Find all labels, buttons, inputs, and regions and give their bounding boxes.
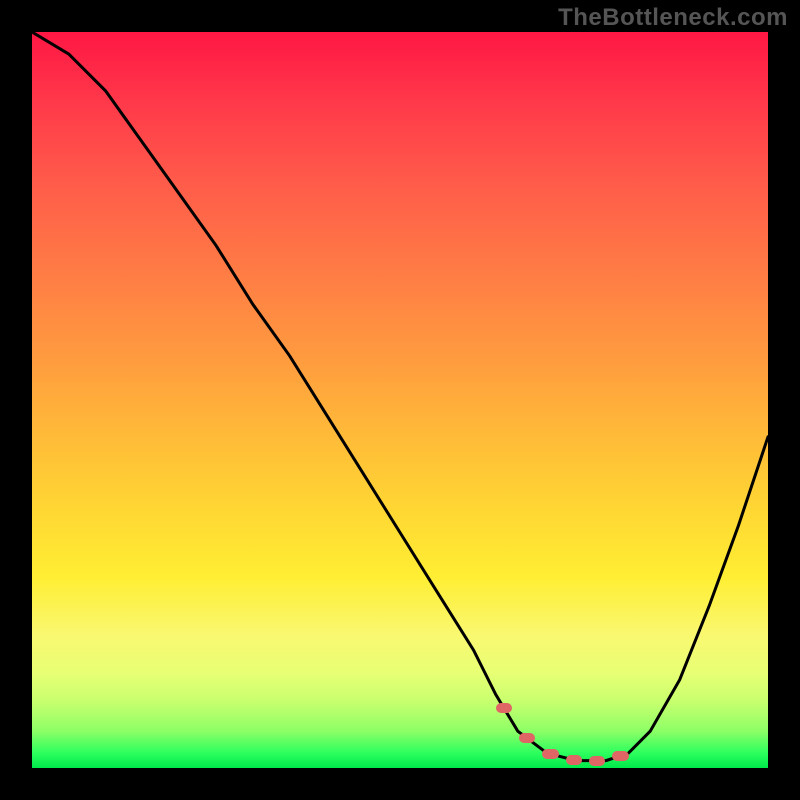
curve-svg	[32, 32, 768, 768]
chart-frame: TheBottleneck.com	[0, 0, 800, 800]
bottleneck-curve-path	[32, 32, 768, 761]
plot-area	[32, 32, 768, 768]
watermark-text: TheBottleneck.com	[558, 4, 788, 32]
